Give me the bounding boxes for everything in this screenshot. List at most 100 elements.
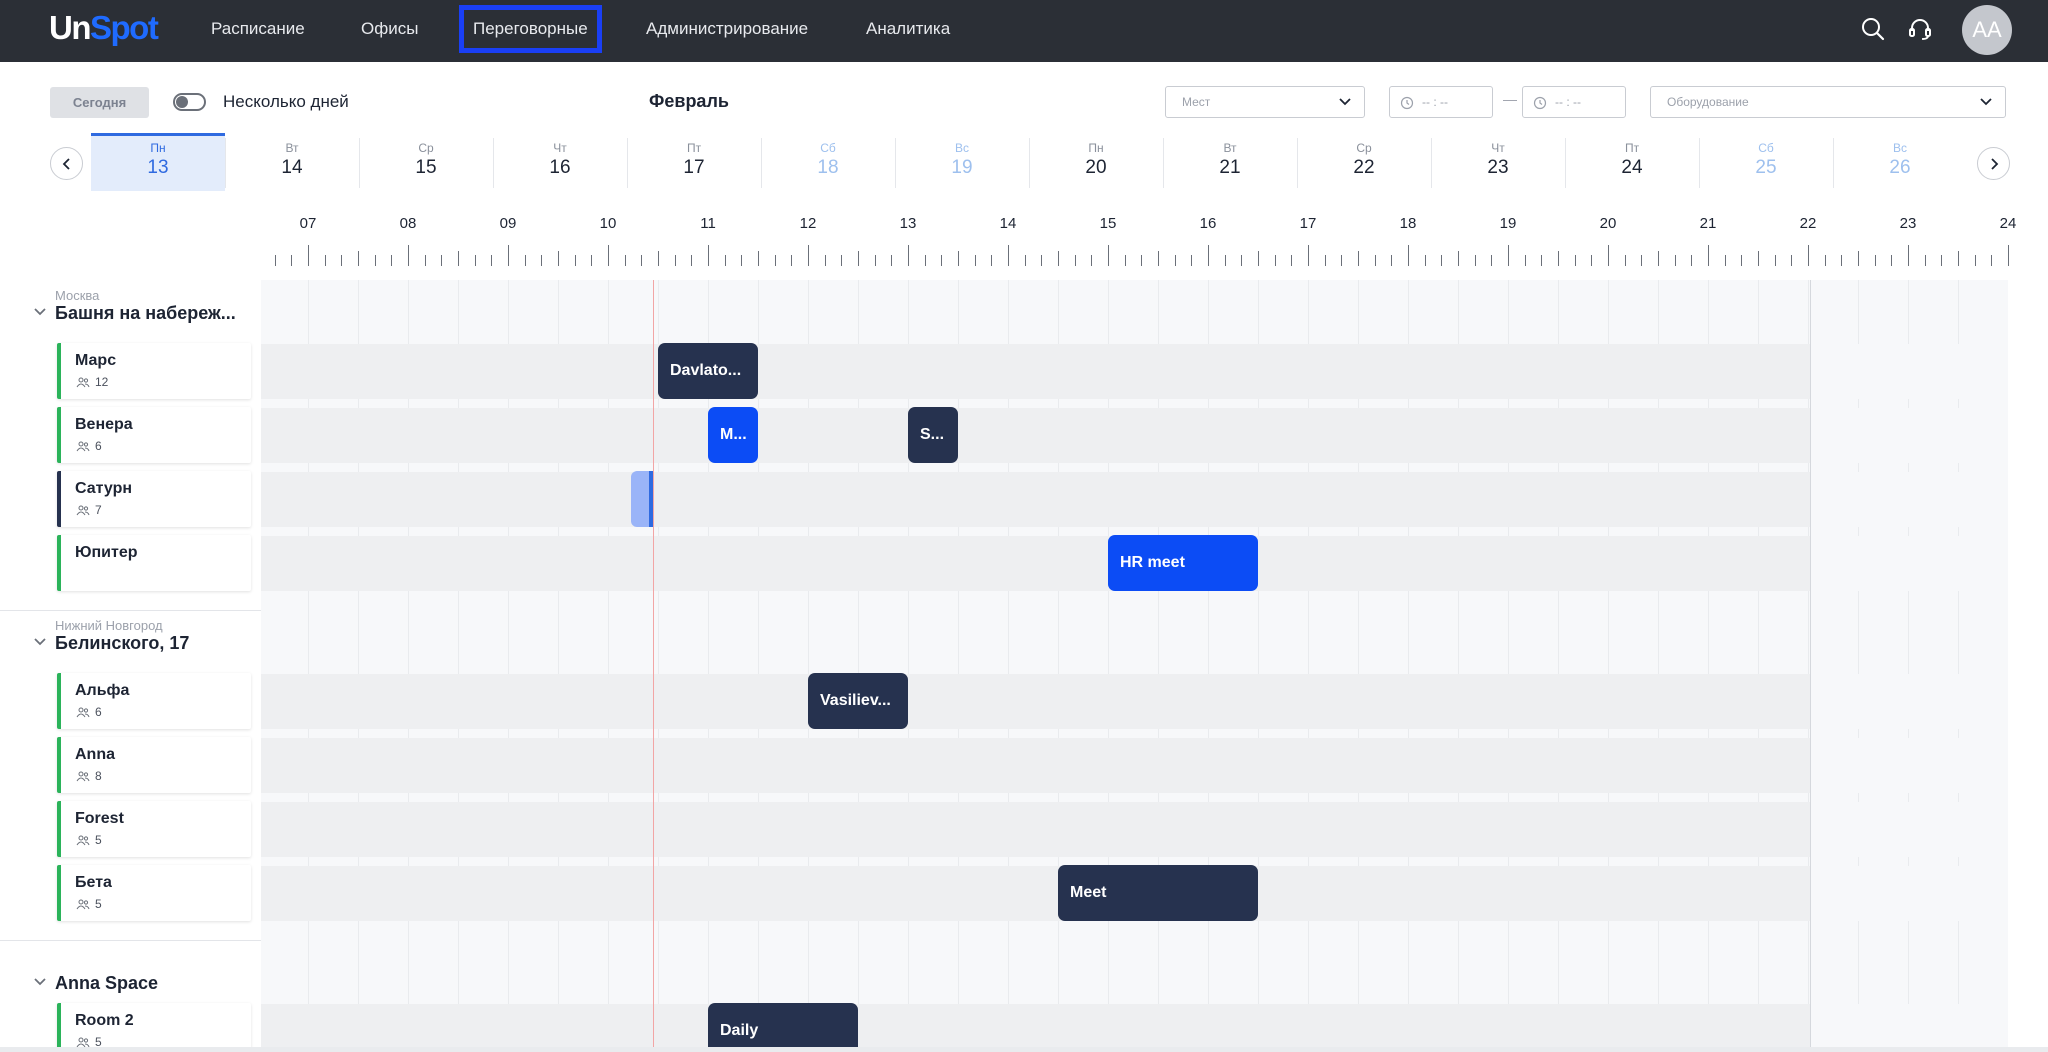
room-card[interactable]: Anna 8	[57, 737, 251, 793]
room-timeline-row[interactable]	[261, 674, 2008, 729]
minute-tick	[1841, 255, 1842, 266]
date-cell-20[interactable]: Пн 20	[1029, 133, 1163, 191]
date-cell-14[interactable]: Вт 14	[225, 133, 359, 191]
minute-tick	[775, 255, 776, 266]
date-cell-17[interactable]: Пт 17	[627, 133, 761, 191]
after-hours-area	[1810, 674, 2008, 729]
room-card[interactable]: Forest 5	[57, 801, 251, 857]
minute-tick	[575, 255, 576, 266]
date-cell-19[interactable]: Вс 19	[895, 133, 1029, 191]
room-card[interactable]: Юпитер	[57, 535, 251, 591]
date-cell-22[interactable]: Ср 22	[1297, 133, 1431, 191]
booking-event[interactable]: HR meet	[1108, 535, 1258, 591]
date-cell-26[interactable]: Вс 26	[1833, 133, 1967, 191]
nav-item-analytics[interactable]: Аналитика	[866, 19, 950, 39]
minute-tick	[591, 255, 592, 266]
time-from-placeholder: -- : --	[1422, 95, 1448, 109]
hour-tick	[1708, 245, 1709, 266]
people-icon	[76, 835, 90, 846]
nav-item-offices[interactable]: Офисы	[361, 19, 418, 39]
minute-tick	[858, 251, 859, 266]
room-timeline-row[interactable]	[261, 802, 2008, 857]
multi-day-toggle[interactable]	[173, 93, 206, 111]
date-weekday: Чт	[1491, 141, 1505, 155]
minute-tick	[975, 255, 976, 266]
booking-event[interactable]: Meet	[1058, 865, 1258, 921]
working-hours-end-line	[1810, 280, 1811, 1047]
hour-label: 10	[599, 215, 617, 232]
booking-event[interactable]: S...	[908, 407, 958, 463]
collapse-chevron-icon[interactable]	[33, 977, 47, 987]
people-icon	[76, 377, 90, 388]
booking-event[interactable]: Vasiliev...	[808, 673, 908, 729]
date-cell-25[interactable]: Сб 25	[1699, 133, 1833, 191]
room-name: Сатурн	[75, 480, 133, 497]
room-timeline-row[interactable]	[261, 472, 2008, 527]
places-select[interactable]: Мест	[1165, 86, 1365, 118]
date-separator	[1833, 138, 1834, 188]
collapse-chevron-icon[interactable]	[33, 307, 47, 317]
next-dates-button[interactable]	[1977, 147, 2010, 180]
equipment-select[interactable]: Оборудование	[1650, 86, 2006, 118]
date-cell-24[interactable]: Пт 24	[1565, 133, 1699, 191]
minute-tick	[1458, 251, 1459, 266]
time-from-input[interactable]: -- : --	[1389, 86, 1493, 118]
date-weekday: Пт	[1624, 141, 1640, 155]
room-timeline-row[interactable]	[261, 408, 2008, 463]
room-name: Марс	[75, 352, 117, 369]
hour-label: 12	[799, 215, 817, 232]
minute-tick	[1825, 255, 1826, 266]
room-name: Room 2	[75, 1012, 134, 1029]
minute-tick	[1358, 251, 1359, 266]
office-name[interactable]: Башня на набереж...	[55, 303, 236, 324]
date-cell-16[interactable]: Чт 16	[493, 133, 627, 191]
room-card[interactable]: Альфа 6	[57, 673, 251, 729]
hour-tick	[1008, 245, 1009, 266]
people-icon	[76, 899, 90, 910]
date-separator	[493, 138, 494, 188]
nav-item-meeting-rooms[interactable]: Переговорные	[473, 19, 588, 39]
hour-tick	[1408, 245, 1409, 266]
date-cell-15[interactable]: Ср 15	[359, 133, 493, 191]
room-card[interactable]: Бета 5	[57, 865, 251, 921]
room-card[interactable]: Венера 6	[57, 407, 251, 463]
room-timeline-row[interactable]	[261, 1004, 2008, 1047]
booking-event[interactable]: Davlato...	[658, 343, 758, 399]
hour-label: 21	[1699, 215, 1717, 232]
room-card[interactable]: Room 25	[57, 1003, 251, 1052]
nav-item-schedule[interactable]: Расписание	[211, 19, 305, 39]
date-cell-13[interactable]: Пн 13	[91, 133, 225, 191]
search-icon[interactable]	[1858, 14, 1888, 44]
minute-tick	[458, 251, 459, 266]
collapse-chevron-icon[interactable]	[33, 637, 47, 647]
date-cell-21[interactable]: Вт 21	[1163, 133, 1297, 191]
nav-item-administration[interactable]: Администрирование	[646, 19, 808, 39]
headset-icon[interactable]	[1905, 14, 1935, 44]
unspot-logo[interactable]: UnSpot	[49, 9, 159, 47]
prev-dates-button[interactable]	[50, 147, 83, 180]
room-timeline-row[interactable]	[261, 344, 2008, 399]
room-timeline-row[interactable]	[261, 738, 2008, 793]
room-card[interactable]: Сатурн 7	[57, 471, 251, 527]
chevron-down-icon	[1339, 98, 1351, 106]
hour-tick	[708, 245, 709, 266]
minute-tick	[558, 251, 559, 266]
booking-event[interactable]: M...	[708, 407, 758, 463]
office-name[interactable]: Белинского, 17	[55, 633, 189, 654]
room-card[interactable]: Марс 12	[57, 343, 251, 399]
new-booking-selection[interactable]	[631, 471, 653, 527]
office-name[interactable]: Anna Space	[55, 973, 158, 994]
user-avatar[interactable]: AA	[1962, 5, 2012, 55]
people-icon	[76, 505, 90, 516]
date-cell-23[interactable]: Чт 23	[1431, 133, 1565, 191]
bottom-scrollbar-track[interactable]	[0, 1047, 2048, 1052]
minute-tick	[691, 255, 692, 266]
date-cell-18[interactable]: Сб 18	[761, 133, 895, 191]
today-button[interactable]: Сегодня	[50, 87, 149, 118]
booking-event[interactable]: Daily	[708, 1003, 858, 1052]
minute-tick	[875, 255, 876, 266]
minute-tick	[541, 255, 542, 266]
minute-tick	[1775, 255, 1776, 266]
time-to-input[interactable]: -- : --	[1522, 86, 1626, 118]
minute-tick	[1241, 255, 1242, 266]
